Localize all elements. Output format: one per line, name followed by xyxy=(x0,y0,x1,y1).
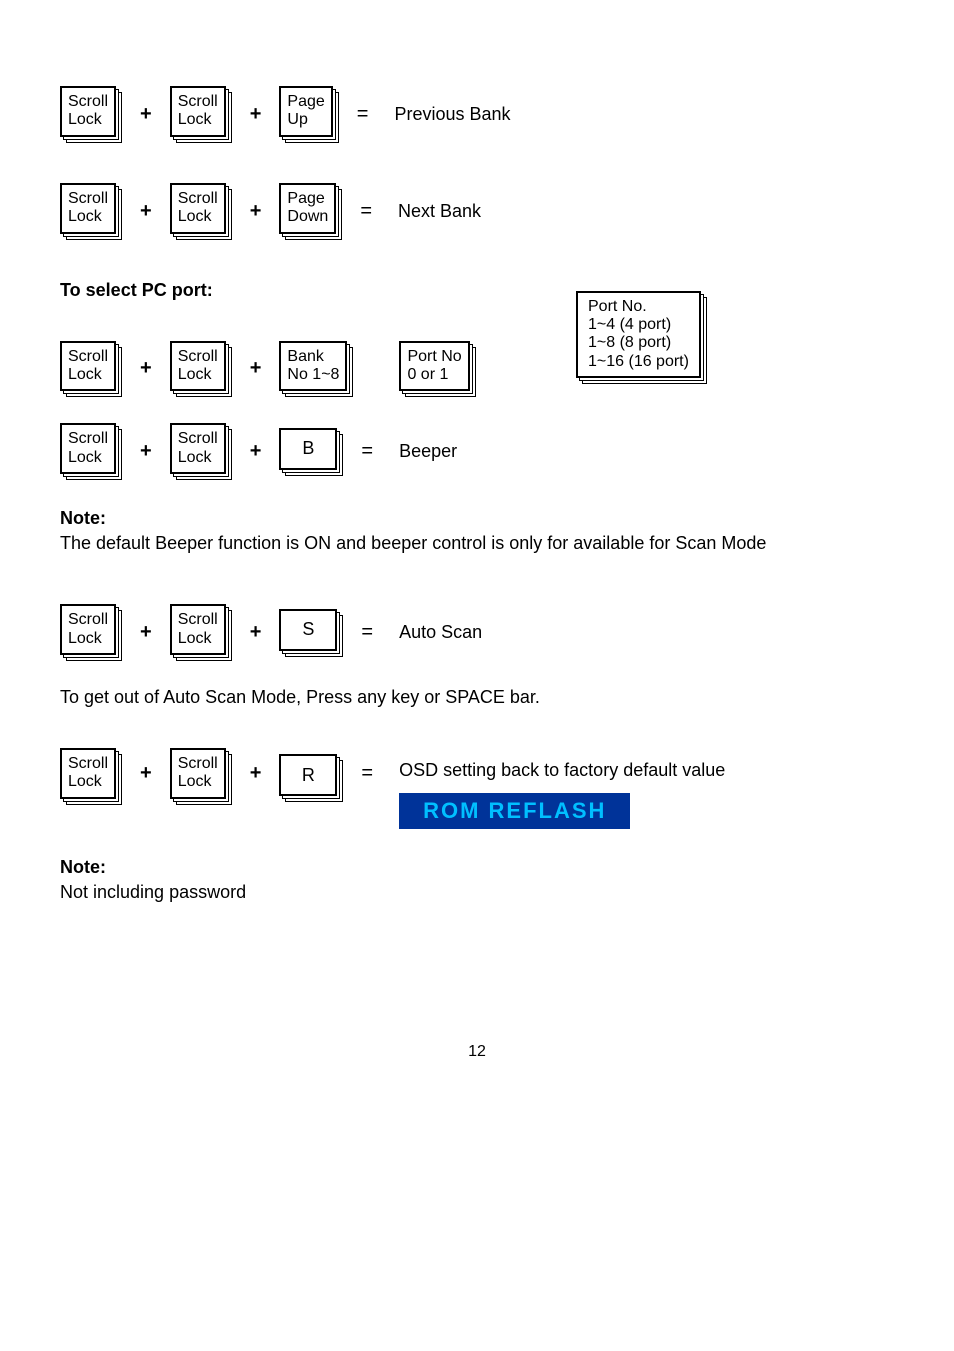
page-down-key: Page Down xyxy=(279,183,336,234)
equals-symbol: = xyxy=(355,748,387,785)
key-label: Port No 0 or 1 xyxy=(407,348,461,385)
scroll-lock-key: Scroll Lock xyxy=(170,183,226,234)
key-label: Scroll Lock xyxy=(178,93,218,130)
scroll-lock-key: Scroll Lock xyxy=(60,86,116,137)
scroll-lock-key: Scroll Lock xyxy=(170,748,226,799)
plus-symbol: + xyxy=(134,200,158,223)
b-key: B xyxy=(279,428,337,470)
key-label: Scroll Lock xyxy=(68,93,108,130)
result-text: Auto Scan xyxy=(399,622,482,643)
plus-symbol: + xyxy=(134,357,158,380)
page-up-key: Page Up xyxy=(279,86,332,137)
key-label: Scroll Lock xyxy=(178,611,218,648)
key-label: Scroll Lock xyxy=(68,755,108,792)
note-text: Not including password xyxy=(60,882,894,903)
plus-symbol: + xyxy=(244,748,268,785)
plus-symbol: + xyxy=(244,440,268,463)
key-label: Scroll Lock xyxy=(68,611,108,648)
bank-no-key: Bank No 1~8 xyxy=(279,341,347,392)
scroll-lock-key: Scroll Lock xyxy=(60,423,116,474)
key-label: S xyxy=(302,619,314,640)
plus-symbol: + xyxy=(244,200,268,223)
hotkey-row-auto-scan: Scroll Lock + Scroll Lock + S = Auto Sca… xyxy=(60,604,894,661)
plus-symbol: + xyxy=(244,103,268,126)
plus-symbol: + xyxy=(134,621,158,644)
result-text: Beeper xyxy=(399,441,457,462)
note-title: Note: xyxy=(60,857,894,878)
scroll-lock-key: Scroll Lock xyxy=(170,341,226,392)
plus-symbol: + xyxy=(244,357,268,380)
rom-reflash-banner: ROM REFLASH xyxy=(399,793,630,829)
key-label: Scroll Lock xyxy=(178,755,218,792)
result-text: Next Bank xyxy=(398,201,481,222)
note-title: Note: xyxy=(60,508,894,529)
key-label: B xyxy=(302,438,314,459)
note-text: The default Beeper function is ON and be… xyxy=(60,533,894,554)
key-label: Page Up xyxy=(287,93,324,130)
key-label: Bank No 1~8 xyxy=(287,348,339,385)
hotkey-row-next-bank: Scroll Lock + Scroll Lock + Page Down = … xyxy=(60,183,894,240)
hotkey-row-beeper: Scroll Lock + Scroll Lock + B = Beeper xyxy=(60,423,894,480)
section-title-select-pc-port: To select PC port: xyxy=(60,280,894,301)
scroll-lock-key: Scroll Lock xyxy=(170,423,226,474)
key-label: Scroll Lock xyxy=(178,430,218,467)
hotkey-row-osd-reset: Scroll Lock + Scroll Lock + R = OSD sett… xyxy=(60,748,894,829)
result-text: Previous Bank xyxy=(394,104,510,125)
scroll-lock-key: Scroll Lock xyxy=(60,183,116,234)
scroll-lock-key: Scroll Lock xyxy=(170,604,226,655)
key-label: R xyxy=(302,765,315,786)
key-label: Scroll Lock xyxy=(178,190,218,227)
result-text: OSD setting back to factory default valu… xyxy=(399,748,725,781)
scroll-lock-key: Scroll Lock xyxy=(60,604,116,655)
r-key: R xyxy=(279,754,337,796)
equals-symbol: = xyxy=(354,200,386,223)
plus-symbol: + xyxy=(244,621,268,644)
equals-symbol: = xyxy=(351,103,383,126)
key-label: Scroll Lock xyxy=(68,348,108,385)
hotkey-row-select-port: Scroll Lock + Scroll Lock + Bank No 1~8 … xyxy=(60,341,894,398)
port-no-info-box: Port No. 1~4 (4 port) 1~8 (8 port) 1~16 … xyxy=(576,291,701,379)
scroll-lock-key: Scroll Lock xyxy=(170,86,226,137)
plus-symbol: + xyxy=(134,440,158,463)
page-number: 12 xyxy=(60,1043,894,1061)
key-label: Scroll Lock xyxy=(68,190,108,227)
port-no-key: Port No 0 or 1 xyxy=(399,341,469,392)
key-label: Scroll Lock xyxy=(178,348,218,385)
key-label: Page Down xyxy=(287,190,328,227)
auto-scan-note: To get out of Auto Scan Mode, Press any … xyxy=(60,687,894,708)
scroll-lock-key: Scroll Lock xyxy=(60,341,116,392)
info-text: Port No. 1~4 (4 port) 1~8 (8 port) 1~16 … xyxy=(588,298,689,372)
scroll-lock-key: Scroll Lock xyxy=(60,748,116,799)
plus-symbol: + xyxy=(134,748,158,785)
equals-symbol: = xyxy=(355,621,387,644)
hotkey-row-previous-bank: Scroll Lock + Scroll Lock + Page Up = Pr… xyxy=(60,86,894,143)
key-label: Scroll Lock xyxy=(68,430,108,467)
equals-symbol: = xyxy=(355,440,387,463)
s-key: S xyxy=(279,609,337,651)
plus-symbol: + xyxy=(134,103,158,126)
